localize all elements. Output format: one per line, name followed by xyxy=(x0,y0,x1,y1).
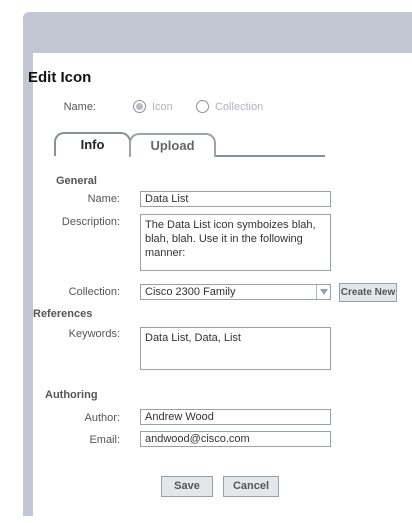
section-references: References xyxy=(33,308,93,320)
cancel-button[interactable]: Cancel xyxy=(223,476,279,497)
radio-icon[interactable] xyxy=(133,100,146,113)
name-type-label: Name: xyxy=(63,101,96,113)
author-field[interactable]: Andrew Wood xyxy=(140,409,331,425)
page-title: Edit Icon xyxy=(28,69,92,86)
email-field[interactable]: andwood@cisco.com xyxy=(140,431,331,447)
email-label: Email: xyxy=(89,434,120,446)
name-field[interactable]: Data List xyxy=(140,191,331,207)
radio-collection[interactable] xyxy=(196,100,209,113)
radio-icon-label: Icon xyxy=(152,101,173,113)
create-new-button[interactable]: Create New xyxy=(339,283,397,302)
collection-select[interactable]: Cisco 2300 Family xyxy=(140,284,331,300)
description-label: Description: xyxy=(61,216,120,228)
section-authoring: Authoring xyxy=(45,389,98,401)
collection-select-value: Cisco 2300 Family xyxy=(145,286,236,298)
content-panel: Edit Icon Name: Icon Collection Info Upl… xyxy=(28,53,412,516)
keywords-field[interactable]: Data List, Data, List xyxy=(140,327,331,370)
section-general: General xyxy=(56,175,97,187)
edit-icon-window: Edit Icon Name: Icon Collection Info Upl… xyxy=(23,12,412,516)
save-button[interactable]: Save xyxy=(161,476,213,497)
tab-info[interactable]: Info xyxy=(54,132,131,156)
chevron-down-icon[interactable] xyxy=(316,285,330,299)
tab-upload[interactable]: Upload xyxy=(129,133,216,157)
tab-underline xyxy=(216,155,325,157)
radio-collection-label: Collection xyxy=(215,101,264,113)
name-label: Name: xyxy=(87,193,120,205)
author-label: Author: xyxy=(84,412,120,424)
collection-label: Collection: xyxy=(68,286,120,298)
description-field[interactable]: The Data List icon symboizes blah, blah,… xyxy=(140,214,331,271)
keywords-label: Keywords: xyxy=(68,328,120,340)
bottom-margin xyxy=(23,516,412,523)
